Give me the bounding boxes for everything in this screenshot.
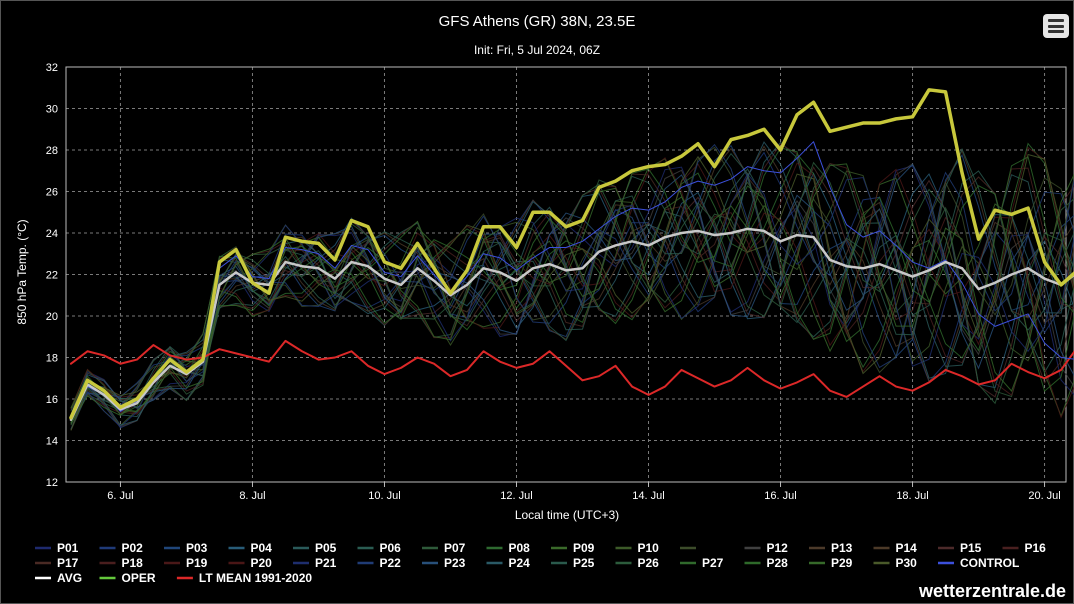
legend-label: P16 [1025,541,1047,555]
legend-label: P27 [702,556,724,570]
legend-label: P19 [186,556,208,570]
chart-title: GFS Athens (GR) 38N, 23.5E [439,13,636,30]
legend-label: P24 [509,556,531,570]
y-tick-label: 12 [46,477,58,489]
hamburger-menu-icon[interactable] [1043,14,1069,38]
legend-label: P30 [896,556,918,570]
legend-label: P10 [638,541,660,555]
legend-label: P25 [573,556,595,570]
legend-label: P26 [638,556,660,570]
legend-label: P28 [767,556,789,570]
y-tick-label: 16 [46,394,58,406]
y-tick-label: 14 [46,436,58,448]
legend-label: P12 [767,541,789,555]
credit-text: wetterzentrale.de [918,581,1066,601]
x-tick-label: 8. Jul [239,490,265,502]
series-line-lt-mean-1991-2020 [69,339,1074,398]
legend-label: P20 [251,556,273,570]
legend-label: AVG [57,571,82,585]
y-tick-label: 22 [46,270,58,282]
legend: P01 P02 P03 P04 P05 P06 P07 P08 P09 P10 P12 P13 P14 P… [35,541,1046,585]
y-tick-label: 30 [46,104,58,116]
y-tick-label: 18 [46,353,58,365]
legend-label: P05 [315,541,337,555]
ensemble-chart: GFS Athens (GR) 38N, 23.5E Init: Fri, 5 … [15,13,1074,585]
legend-label: P23 [444,556,466,570]
legend-label: P01 [57,541,79,555]
y-tick-label: 32 [46,62,58,74]
x-tick-label: 12. Jul [500,490,532,502]
plot-area: 12 14 16 18 20 22 24 26 28 30 32 6. Jul 8. Jul 10. Ju… [46,62,1074,502]
y-tick-label: 26 [46,187,58,199]
legend-label: P14 [896,541,918,555]
legend-label: P22 [380,556,402,570]
legend-label: P03 [186,541,208,555]
x-axis-label: Local time (UTC+3) [515,508,619,522]
legend-label: P07 [444,541,466,555]
legend-label: CONTROL [960,556,1019,570]
x-tick-label: 16. Jul [764,490,796,502]
y-tick-label: 24 [46,228,58,240]
legend-label: P06 [380,541,402,555]
legend-label: P15 [960,541,982,555]
x-tick-label: 18. Jul [896,490,928,502]
x-tick-label: 6. Jul [107,490,133,502]
x-tick-label: 14. Jul [632,490,664,502]
legend-label: OPER [122,571,156,585]
x-tick-label: 20. Jul [1028,490,1060,502]
legend-label: P13 [831,541,853,555]
legend-label: P21 [315,556,337,570]
chart-subtitle: Init: Fri, 5 Jul 2024, 06Z [474,43,600,57]
legend-label: P04 [251,541,273,555]
legend-label: P08 [509,541,531,555]
y-axis-label: 850 hPa Temp. (°C) [15,219,29,324]
legend-label: P18 [122,556,144,570]
y-tick-label: 28 [46,145,58,157]
legend-label: LT MEAN 1991-2020 [199,571,312,585]
x-tick-label: 10. Jul [368,490,400,502]
legend-label: P17 [57,556,79,570]
legend-label: P02 [122,541,144,555]
legend-label: P29 [831,556,853,570]
y-tick-label: 20 [46,311,58,323]
legend-label: P09 [573,541,595,555]
